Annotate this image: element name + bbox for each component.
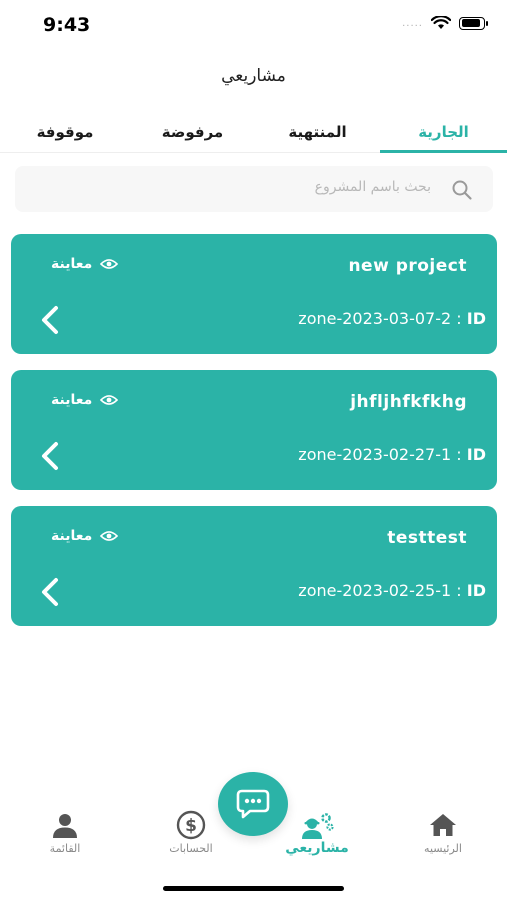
project-id-label: ID — [466, 445, 486, 464]
eye-icon — [100, 531, 119, 541]
preview-button[interactable]: معاينة — [51, 528, 119, 544]
status-time: 9:43 — [43, 14, 91, 36]
search-icon — [452, 180, 472, 200]
tab-rejected[interactable]: مرفوضة — [130, 110, 255, 154]
preview-button[interactable]: معاينة — [51, 392, 119, 408]
project-card[interactable]: jhfljhfkfkhg معاينة zone-2023-02-27-1 : … — [11, 370, 497, 490]
search-placeholder: بحث باسم المشروع — [314, 179, 431, 195]
tab-ongoing[interactable]: الجارية — [380, 110, 507, 154]
project-title: jhfljhfkfkhg — [350, 392, 467, 412]
signal-dots: ..... — [402, 17, 423, 29]
active-tab-indicator — [380, 150, 507, 153]
project-id: zone-2023-03-07-2 : ID — [298, 309, 486, 328]
search-input[interactable]: بحث باسم المشروع — [15, 166, 493, 212]
projects-icon — [302, 813, 334, 839]
project-id-separator: : — [456, 309, 462, 328]
project-id-separator: : — [456, 581, 462, 600]
status-bar: 9:43 ..... — [0, 0, 507, 50]
nav-item-projects[interactable]: مشاريعي — [272, 812, 362, 862]
person-icon — [53, 814, 77, 838]
project-id-label: ID — [466, 581, 486, 600]
home-icon — [430, 814, 456, 836]
chevron-left-icon[interactable] — [39, 440, 61, 472]
project-card[interactable]: testtest معاينة zone-2023-02-25-1 : ID — [11, 506, 497, 626]
chevron-left-icon[interactable] — [39, 304, 61, 336]
eye-icon — [100, 259, 119, 269]
chevron-left-icon[interactable] — [39, 576, 61, 608]
dollar-icon: $ — [176, 810, 206, 840]
project-id-separator: : — [456, 445, 462, 464]
project-id: zone-2023-02-25-1 : ID — [298, 581, 486, 600]
tab-bar: الجارية المنتهية مرفوضة موقوفة — [0, 110, 507, 154]
project-card[interactable]: new project معاينة zone-2023-03-07-2 : I… — [11, 234, 497, 354]
nav-label-projects: مشاريعي — [285, 840, 349, 856]
home-indicator[interactable] — [163, 886, 344, 891]
preview-label: معاينة — [51, 392, 93, 408]
battery-icon — [459, 16, 488, 30]
tab-suspended[interactable]: موقوفة — [0, 110, 130, 154]
project-id: zone-2023-02-27-1 : ID — [298, 445, 486, 464]
nav-label-menu: القائمة — [49, 842, 81, 855]
chat-icon — [236, 789, 270, 819]
project-id-value: zone-2023-03-07-2 — [298, 309, 452, 328]
tab-finished[interactable]: المنتهية — [255, 110, 380, 154]
wifi-icon — [431, 16, 451, 29]
preview-button[interactable]: معاينة — [51, 256, 119, 272]
project-id-value: zone-2023-02-25-1 — [298, 581, 452, 600]
nav-item-menu[interactable]: القائمة — [20, 812, 110, 862]
nav-label-accounts: الحسابات — [169, 842, 213, 855]
svg-text:$: $ — [185, 816, 197, 836]
eye-icon — [100, 395, 119, 405]
chat-button[interactable] — [218, 772, 288, 836]
preview-label: معاينة — [51, 256, 93, 272]
project-title: new project — [348, 256, 467, 276]
preview-label: معاينة — [51, 528, 93, 544]
project-title: testtest — [387, 528, 467, 548]
status-icons: ..... — [402, 16, 488, 30]
nav-item-home[interactable]: الرئيسيه — [398, 812, 488, 862]
project-id-value: zone-2023-02-27-1 — [298, 445, 452, 464]
page-title: مشاريعي — [221, 66, 286, 86]
nav-label-home: الرئيسيه — [424, 842, 462, 855]
project-id-label: ID — [466, 309, 486, 328]
